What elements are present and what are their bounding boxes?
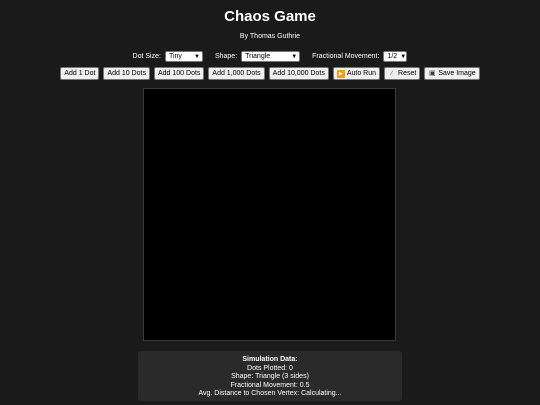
broom-icon: ∕ — [391, 69, 393, 77]
add-10000-dots-button[interactable]: Add 10,000 Dots — [268, 67, 329, 80]
add-100-dots-button[interactable]: Add 100 Dots — [153, 67, 205, 80]
action-buttons: Add 1 Dot Add 10 Dots Add 100 Dots Add 1… — [0, 67, 540, 80]
fractional-movement-value: 1/2 — [387, 53, 398, 60]
avg-distance-stat: Avg. Distance to Chosen Vertex: Calculat… — [198, 390, 342, 397]
floppy-disk-icon: ▣ — [429, 69, 436, 77]
shape-stat: Shape: Triangle (3 sides) — [231, 373, 309, 380]
author-credit: By Thomas Guthrie — [239, 33, 301, 40]
reset-button[interactable]: ∕ Reset — [384, 67, 421, 80]
fractional-movement-label: Fractional Movement: — [312, 53, 380, 60]
chevron-down-icon: ▼ — [194, 53, 200, 60]
save-image-label: Save Image — [438, 70, 476, 77]
fractional-movement-select[interactable]: 1/2 ▼ — [383, 51, 408, 62]
add-1000-dots-button[interactable]: Add 1,000 Dots — [208, 67, 265, 80]
auto-run-button[interactable]: ▶ Auto Run — [332, 67, 381, 80]
dot-size-value: Tiny — [168, 53, 182, 60]
dots-plotted-stat: Dots Plotted: 0 — [247, 364, 293, 372]
reset-label: Reset — [398, 70, 417, 77]
simulation-data-heading: Simulation Data: — [242, 356, 298, 363]
chevron-down-icon: ▼ — [400, 53, 407, 60]
page-title: Chaos Game — [224, 8, 316, 25]
controls-row: Dot Size: Tiny ▼ Shape: Triangle ▼ Fract… — [0, 51, 540, 62]
play-icon: ▶ — [336, 69, 345, 78]
shape-label: Shape: — [214, 53, 238, 60]
chaos-game-canvas[interactable] — [143, 88, 396, 341]
auto-run-label: Auto Run — [346, 70, 377, 77]
simulation-data-panel: Simulation Data: Dots Plotted: 0 Shape: … — [138, 351, 402, 401]
add-1-dot-button[interactable]: Add 1 Dot — [60, 67, 100, 80]
chevron-down-icon: ▼ — [291, 53, 298, 60]
dot-size-label: Dot Size: — [132, 53, 161, 60]
shape-value: Triangle — [245, 53, 271, 60]
shape-select[interactable]: Triangle ▼ — [241, 51, 301, 62]
fractional-movement-stat: Fractional Movement: 0.5 — [230, 381, 310, 389]
add-10-dots-button[interactable]: Add 10 Dots — [103, 67, 150, 80]
save-image-button[interactable]: ▣ Save Image — [424, 67, 480, 80]
dot-size-select[interactable]: Tiny ▼ — [164, 51, 203, 62]
chaos-game-app: Chaos Game By Thomas Guthrie Dot Size: T… — [0, 0, 540, 405]
